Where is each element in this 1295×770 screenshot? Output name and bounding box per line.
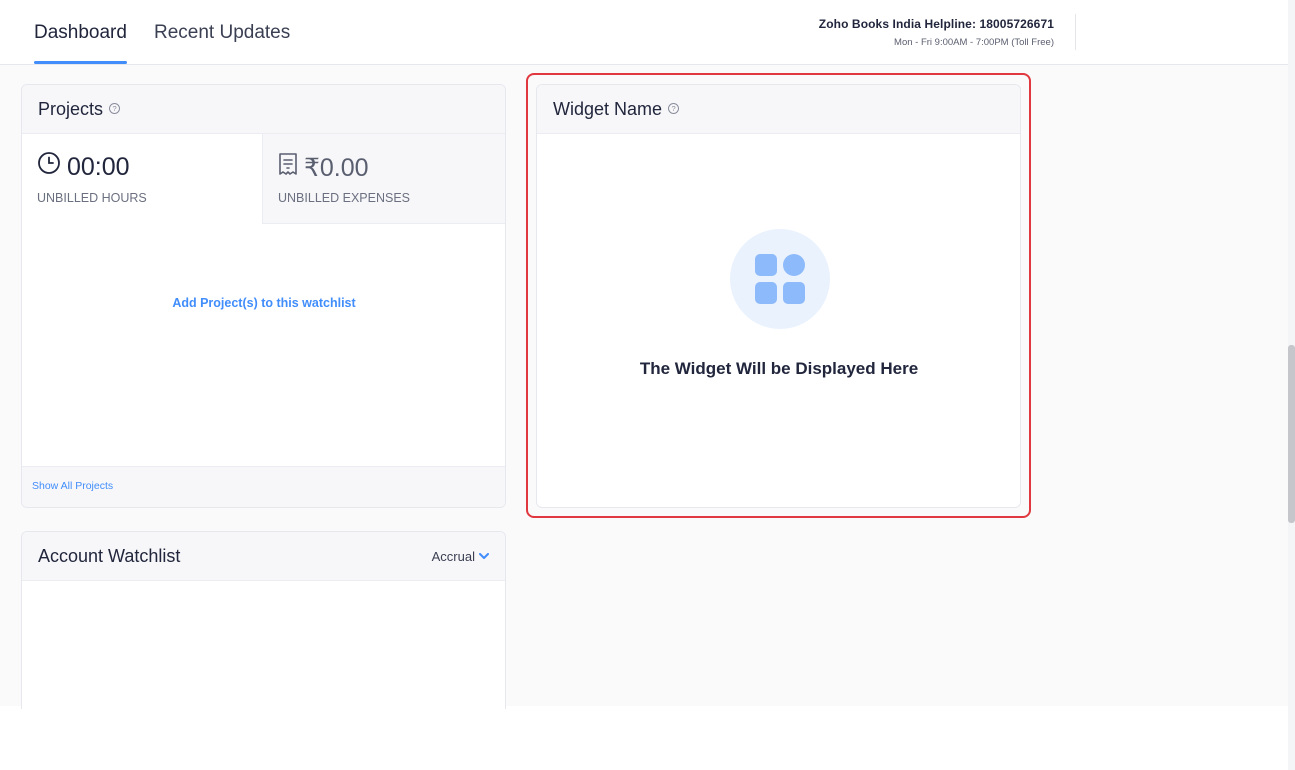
unbilled-expenses-stat[interactable]: ₹0.00 UNBILLED EXPENSES [262, 134, 505, 224]
account-watchlist-header: Account Watchlist Accrual [22, 532, 505, 581]
accrual-dropdown[interactable]: Accrual [432, 549, 489, 565]
account-watchlist-card: Account Watchlist Accrual [21, 531, 506, 721]
unbilled-expenses-value-wrap: ₹0.00 [278, 153, 369, 185]
grid-tile [783, 254, 805, 276]
projects-title-wrap: Projects? [38, 99, 121, 120]
scrollbar-thumb[interactable] [1288, 345, 1295, 523]
widget-title-wrap: Widget Name? [553, 99, 680, 120]
grid-tile [783, 282, 805, 304]
projects-card: Projects? 00:00 UNBILLED HOURS ₹0.00 UNB… [21, 84, 506, 508]
helpline-number: Zoho Books India Helpline: 18005726671 [818, 17, 1054, 31]
unbilled-expenses-label: UNBILLED EXPENSES [278, 191, 410, 205]
widget-card: Widget Name? The Widget Will be Displaye… [536, 84, 1021, 508]
widget-placeholder-text: The Widget Will be Displayed Here [639, 359, 919, 378]
unbilled-hours-label: UNBILLED HOURS [37, 191, 147, 205]
page-bottom-fill [0, 709, 520, 770]
unbilled-expenses-value: ₹0.00 [304, 154, 369, 182]
widget-title: Widget Name [553, 99, 663, 119]
widget-card-header: Widget Name? [537, 85, 1020, 134]
tab-dashboard[interactable]: Dashboard [34, 22, 127, 44]
helpline-hours: Mon - Fri 9:00AM - 7:00PM (Toll Free) [894, 37, 1054, 48]
active-tab-indicator [34, 61, 127, 64]
unbilled-hours-value-wrap: 00:00 [37, 151, 130, 184]
tab-recent-updates[interactable]: Recent Updates [154, 22, 290, 44]
projects-card-footer: Show All Projects [22, 466, 505, 507]
show-all-projects-link[interactable]: Show All Projects [32, 480, 113, 492]
grid-tile [755, 254, 777, 276]
projects-title: Projects [38, 99, 104, 119]
receipt-icon [278, 152, 298, 183]
account-watchlist-title: Account Watchlist [38, 546, 181, 566]
projects-card-header: Projects? [22, 85, 505, 134]
clock-icon [37, 151, 61, 182]
chevron-down-icon [479, 548, 489, 563]
unbilled-hours-stat[interactable]: 00:00 UNBILLED HOURS [22, 134, 262, 224]
help-icon[interactable]: ? [109, 102, 121, 114]
helpline-info: Zoho Books India Helpline: 18005726671 M… [819, 17, 1054, 48]
unbilled-hours-value: 00:00 [67, 153, 130, 182]
accrual-label: Accrual [431, 549, 475, 564]
grid-tile [755, 282, 777, 304]
help-icon[interactable]: ? [668, 102, 680, 114]
add-projects-link[interactable]: Add Project(s) to this watchlist [22, 296, 505, 310]
divider [1075, 14, 1076, 50]
widget-grid-icon [730, 229, 830, 329]
top-navigation-bar: Dashboard Recent Updates Zoho Books Indi… [0, 0, 1288, 65]
